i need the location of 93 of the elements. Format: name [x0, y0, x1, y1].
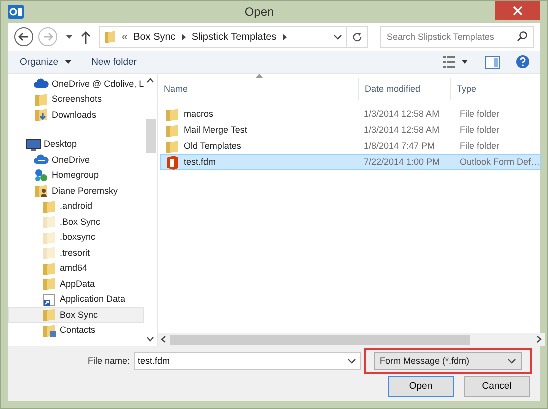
folder-icon: [165, 106, 180, 122]
refresh-button[interactable]: [346, 26, 368, 48]
file-name-cell[interactable]: Old Templates: [184, 141, 242, 151]
caret-icon[interactable]: [66, 35, 73, 39]
nav-item[interactable]: Diane Poremsky: [8, 183, 144, 198]
folder-icon: [42, 230, 57, 245]
preview-pane-icon[interactable]: [485, 56, 500, 68]
nav-item[interactable]: Homegroup: [8, 168, 144, 183]
nav-item[interactable]: Screenshots: [8, 92, 144, 107]
chevron-right-icon[interactable]: [182, 34, 186, 40]
app-icon: [8, 4, 24, 20]
nav-item[interactable]: .Box Sync: [8, 214, 144, 230]
search-field[interactable]: Search Slipstick Templates: [380, 26, 534, 48]
date-cell-text: 1/3/2014 12:58 AM: [363, 125, 441, 135]
file-name-field[interactable]: test.fdm: [134, 352, 361, 370]
refresh-icon[interactable]: [352, 32, 362, 42]
search-icon: [517, 31, 528, 42]
file-name-cell[interactable]: test.fdm: [184, 157, 216, 167]
folder-icon: [42, 260, 57, 276]
nav-item[interactable]: Application Data: [8, 292, 144, 307]
chevron-down-icon[interactable]: [348, 359, 356, 364]
folder-icon: [42, 307, 57, 322]
nav-item[interactable]: .android: [8, 198, 144, 214]
file-row[interactable]: macros 1/3/2014 12:58 AM File folder: [160, 106, 542, 122]
date-cell-text: 1/8/2014 7:47 PM: [363, 141, 436, 151]
folder-icon: [42, 276, 57, 292]
close-icon[interactable]: [512, 6, 522, 16]
nav-item[interactable]: OneDrive @ Cdolive, L: [8, 76, 144, 92]
view-options-icon[interactable]: [443, 56, 469, 68]
breadcrumb[interactable]: Box Sync: [134, 32, 176, 42]
nav-item[interactable]: Desktop: [8, 136, 144, 152]
folder-icon: [42, 214, 57, 230]
nav-item[interactable]: .boxsync: [8, 230, 144, 245]
scrollbar[interactable]: [158, 333, 546, 346]
column-header[interactable]: Type: [450, 78, 546, 100]
scroll-right-icon[interactable]: [537, 336, 542, 343]
file-name-cell[interactable]: macros: [184, 109, 214, 119]
type-cell-text: File folder: [459, 109, 501, 119]
monitor-icon: [26, 136, 41, 152]
sort-arrow-icon: [256, 74, 263, 78]
chevron-right-icon[interactable]: [282, 34, 287, 40]
folder-icon: [165, 138, 180, 154]
nav-item[interactable]: OneDrive: [8, 152, 144, 168]
type-cell-text: File folder: [459, 125, 501, 135]
date-cell-text: 7/22/2014 1:00 PM: [363, 157, 442, 167]
folder-icon: [165, 122, 180, 138]
file-name-cell[interactable]: Mail Merge Test: [184, 125, 248, 135]
help-icon[interactable]: [516, 55, 530, 69]
contacts-folder-icon: [42, 322, 57, 338]
nav-item[interactable]: Contacts: [8, 322, 144, 338]
homegroup-icon: [34, 168, 49, 183]
caret-icon[interactable]: [64, 60, 72, 64]
cancel-button[interactable]: Cancel: [464, 376, 530, 397]
nav-item[interactable]: Downloads: [8, 107, 144, 122]
open-button[interactable]: Open: [388, 376, 454, 397]
breadcrumb[interactable]: Slipstick Templates: [192, 32, 277, 42]
nav-item[interactable]: amd64: [8, 260, 144, 276]
nav-item[interactable]: Box Sync: [8, 307, 144, 322]
folder-icon: [42, 198, 57, 214]
organize-menu-button[interactable]: Organize: [18, 54, 74, 70]
window-title: Open: [244, 5, 276, 19]
file-type-dropdown[interactable]: Form Message (*.fdm): [374, 352, 522, 370]
folder-icon: [34, 92, 49, 107]
folder-icon: [42, 245, 57, 260]
back-icon[interactable]: [14, 27, 34, 47]
scroll-left-icon[interactable]: [161, 336, 166, 343]
file-row[interactable]: test.fdm 7/22/2014 1:00 PM Outlook Form Def…: [160, 154, 542, 170]
chevron-down-icon[interactable]: [334, 34, 342, 40]
file-name-label: File name:: [86, 356, 131, 366]
scroll-up-icon[interactable]: [147, 78, 154, 83]
document-icon: [165, 154, 180, 170]
date-cell-text: 1/3/2014 12:58 AM: [363, 109, 441, 119]
nav-item[interactable]: .tresorit: [8, 245, 144, 260]
up-arrow-icon[interactable]: [81, 30, 91, 44]
column-header[interactable]: Date modified: [358, 78, 450, 100]
type-cell-text: File folder: [459, 141, 501, 151]
user-folder-icon: [34, 183, 49, 198]
download-folder-icon: [34, 107, 49, 122]
close-button[interactable]: [495, 1, 540, 20]
shortcut-icon: [42, 292, 57, 307]
file-row[interactable]: Mail Merge Test 1/3/2014 12:58 AM File folder: [160, 122, 542, 138]
column-header[interactable]: Name: [158, 78, 358, 100]
scroll-down-icon[interactable]: [147, 337, 154, 342]
scrollbar-thumb[interactable]: [146, 119, 156, 153]
new-folder-button[interactable]: New folder: [90, 54, 139, 70]
chevron-down-icon[interactable]: [508, 358, 516, 364]
address-bar[interactable]: « Box Sync Slipstick Templates: [99, 26, 347, 48]
type-cell-text: Outlook Form Def…: [459, 157, 540, 167]
scrollbar-thumb[interactable]: [170, 334, 470, 344]
nav-item[interactable]: AppData: [8, 276, 144, 292]
overflow-chevrons[interactable]: «: [122, 32, 128, 42]
folder-icon: [104, 30, 116, 44]
file-row[interactable]: Old Templates 1/8/2014 7:47 PM File folder: [160, 138, 542, 154]
